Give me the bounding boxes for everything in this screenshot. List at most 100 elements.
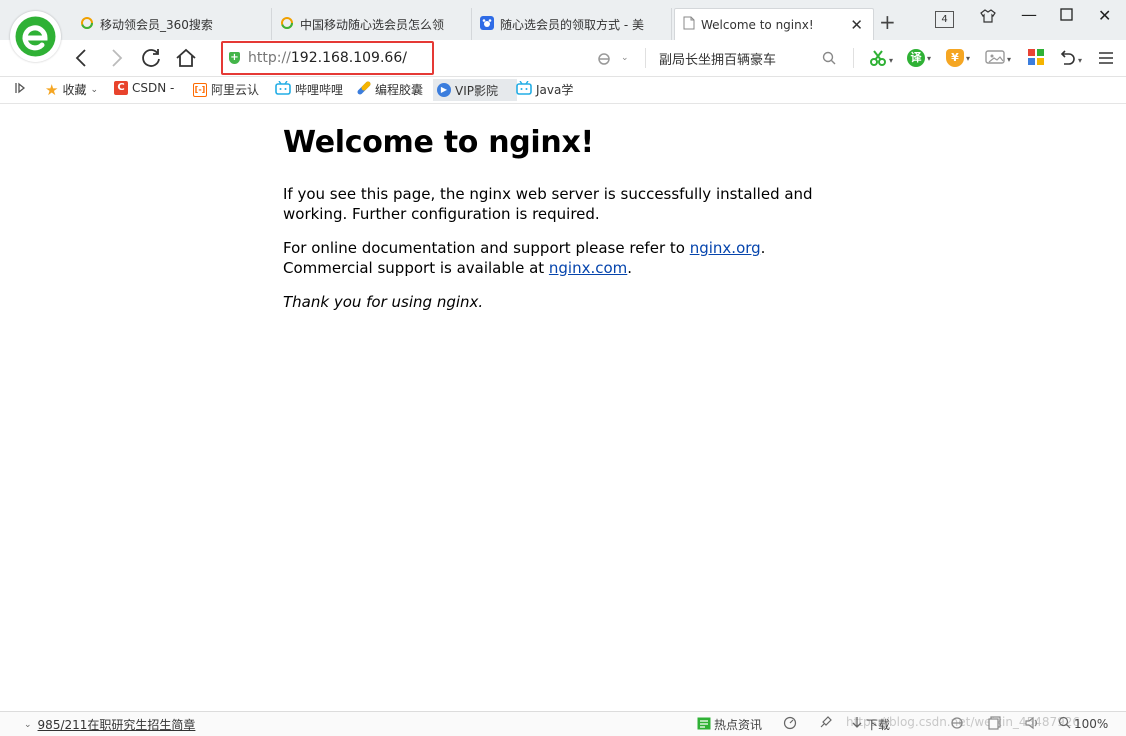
volume-icon[interactable] (1025, 716, 1040, 730)
bookmark-label: 编程胶囊 (375, 83, 424, 97)
tab-nginx-welcome[interactable]: Welcome to nginx! ✕ (674, 8, 874, 40)
star-icon: ★ (45, 81, 59, 98)
csdn-icon: C (114, 81, 128, 95)
support-paragraph: For online documentation and support ple… (283, 239, 823, 278)
nginx-com-link[interactable]: nginx.com (549, 259, 627, 277)
bookmark-bilibili[interactable]: 哔哩哔哩 (275, 81, 345, 98)
ie-compat-mode-icon[interactable] (597, 52, 611, 69)
bookmark-label: 哔哩哔哩 (295, 83, 344, 97)
close-window-button[interactable]: ✕ (1098, 6, 1111, 25)
bookmark-aliyun[interactable]: [-] 阿里云认 (193, 81, 263, 98)
punctuation: . (627, 258, 633, 277)
tab-count-badge[interactable]: 4 (935, 11, 954, 28)
chevron-down-icon: ▾ (1007, 54, 1012, 64)
chevron-down-icon: ⌄ (24, 719, 32, 730)
browser-logo[interactable] (10, 11, 61, 62)
news-ticker[interactable]: ⌄ 985/211在职研究生招生简章 (24, 716, 195, 733)
translate-button[interactable]: 译 ▾ (907, 49, 931, 67)
back-button[interactable] (70, 46, 94, 70)
undo-close-button[interactable]: ▾ (1058, 49, 1082, 71)
search-360-icon (280, 16, 294, 33)
divider (645, 48, 646, 68)
status-bar: ⌄ 985/211在职研究生招生简章 热点资讯 https://blog.csd… (0, 711, 1126, 736)
undo-icon (1058, 49, 1076, 71)
new-tab-button[interactable]: + (879, 12, 896, 32)
address-bar[interactable]: + http://192.168.109.66/ (221, 41, 434, 75)
tab-title: 随心选会员的领取方式 - 美 (500, 17, 644, 32)
chevron-down-icon: ▾ (889, 55, 894, 65)
download-arrow-icon (851, 716, 863, 733)
news-headline: 985/211在职研究生招生简章 (37, 718, 196, 732)
docs-text: For online documentation and support ple… (283, 239, 690, 257)
tab-title: 移动领会员_360搜索 (100, 17, 213, 32)
screenshot-scissors-button[interactable]: ▾ (869, 49, 893, 71)
bookmark-label: VIP影院 (455, 83, 498, 98)
page-icon (683, 16, 695, 33)
zoom-control[interactable]: 100% (1058, 716, 1108, 732)
yen-shield-icon: ¥ (946, 49, 964, 67)
speed-icon[interactable] (783, 716, 797, 730)
image-icon (985, 49, 1005, 69)
close-tab-icon[interactable]: ✕ (844, 16, 863, 34)
hot-news-button[interactable]: 热点资讯 (697, 716, 762, 733)
bookmark-java[interactable]: Java学 (516, 81, 576, 98)
apps-grid-icon[interactable] (1028, 49, 1044, 65)
secure-shield-icon: + (229, 52, 240, 64)
refresh-button[interactable] (139, 46, 163, 70)
capsule-icon (357, 81, 371, 98)
tab-baidu[interactable]: 随心选会员的领取方式 - 美 (472, 8, 672, 40)
chevron-down-icon: ▾ (1078, 55, 1083, 65)
bookmark-capsule[interactable]: 编程胶囊 (357, 81, 427, 98)
bookmark-label: 阿里云认 (211, 83, 260, 97)
menu-hamburger-icon[interactable] (1098, 51, 1114, 65)
download-label: 下载 (866, 718, 891, 732)
bookmark-vip-cinema[interactable]: ▶ VIP影院 (433, 79, 517, 101)
minimize-button[interactable]: — (1021, 5, 1037, 24)
bookmarks-bar: ★ 收藏 ⌄ C CSDN - [-] 阿里云认 哔哩哔哩 编程胶囊 ▶ VIP… (0, 77, 1126, 104)
image-tool-button[interactable]: ▾ (985, 49, 1011, 69)
bookmark-csdn[interactable]: C CSDN - (114, 81, 180, 95)
chevron-down-icon: ▾ (927, 53, 932, 63)
search-suggestion-input[interactable]: 副局长坐拥百辆豪车 (659, 49, 776, 68)
shopping-coupon-button[interactable]: ¥ ▾ (946, 49, 970, 67)
thank-you-text: Thank you for using nginx. (283, 293, 484, 311)
play-icon: ▶ (437, 83, 451, 97)
tab-title: Welcome to nginx! (701, 17, 814, 32)
tab-search-360-2[interactable]: 中国移动随心选会员怎么领 (272, 8, 472, 40)
copy-window-icon[interactable] (988, 716, 1002, 730)
zoom-search-icon (1058, 716, 1071, 732)
bilibili-icon (275, 81, 291, 98)
page-heading: Welcome to nginx! (283, 125, 594, 160)
bookmark-label: Java学 (536, 83, 574, 97)
search-icon[interactable] (822, 50, 836, 69)
bilibili-icon (516, 81, 532, 98)
news-icon (697, 717, 711, 733)
rocket-icon[interactable] (818, 716, 832, 730)
ie-icon[interactable] (950, 716, 964, 730)
divider (853, 48, 854, 68)
tab-title: 中国移动随心选会员怎么领 (300, 17, 445, 32)
chevron-down-icon: ▾ (966, 53, 971, 63)
maximize-button[interactable] (1060, 6, 1073, 25)
url-text[interactable]: http://192.168.109.66/ (248, 50, 407, 66)
bookmark-favorites[interactable]: ★ 收藏 ⌄ (45, 81, 98, 98)
nginx-welcome-page: Welcome to nginx! If you see this page, … (283, 120, 823, 328)
tab-search-360-1[interactable]: 移动领会员_360搜索 (72, 8, 272, 40)
skin-shirt-icon[interactable] (980, 8, 996, 28)
hot-news-label: 热点资讯 (714, 718, 763, 732)
chevron-down-icon[interactable]: ⌄ (621, 53, 629, 63)
home-button[interactable] (174, 46, 198, 70)
tab-strip: 移动领会员_360搜索 中国移动随心选会员怎么领 随心选会员的领取方式 - 美 … (0, 0, 1126, 40)
punctuation: . (760, 239, 766, 257)
url-host: 192.168.109.66/ (290, 50, 407, 66)
download-button[interactable]: 下载 (851, 716, 890, 733)
navigation-bar: + http://192.168.109.66/ ⌄ 副局长坐拥百辆豪车 ▾ 译… (0, 40, 1126, 77)
aliyun-icon: [-] (193, 82, 207, 97)
bookmark-label: 收藏 (62, 83, 87, 97)
search-360-icon (80, 16, 94, 33)
bookmark-label: CSDN - (132, 81, 175, 95)
nginx-org-link[interactable]: nginx.org (690, 239, 761, 257)
sidebar-toggle-icon[interactable] (14, 82, 26, 94)
forward-button[interactable] (104, 46, 128, 70)
commercial-text: Commercial support is available at (283, 258, 549, 277)
